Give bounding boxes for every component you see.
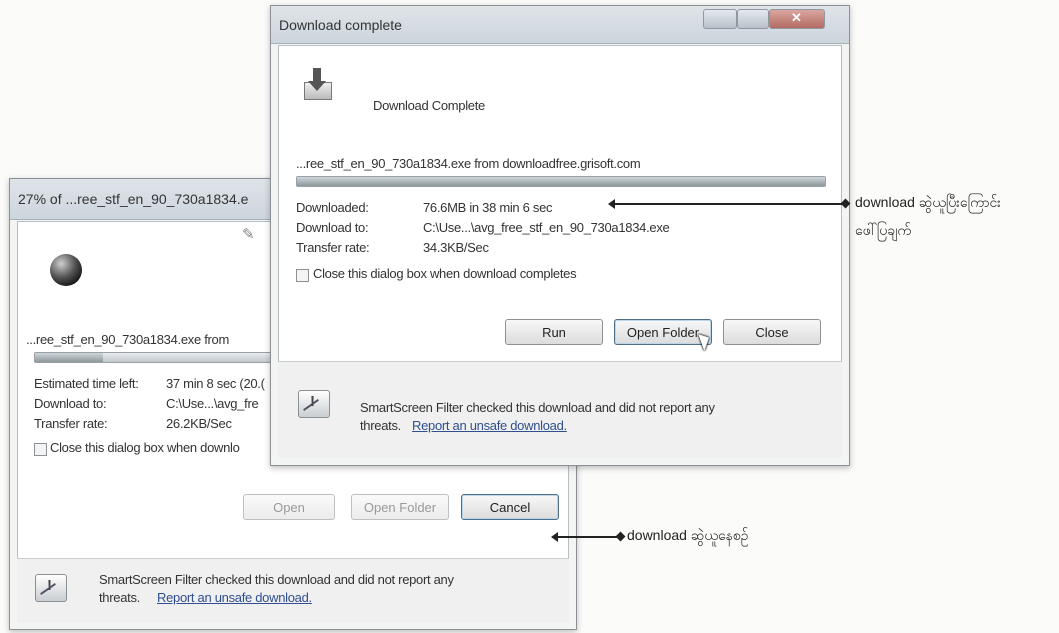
close-button[interactable]: Close (723, 319, 821, 345)
download-to-value: C:\Use...\avg_free_stf_en_90_730a1834.ex… (423, 220, 670, 235)
download-progress-bar (296, 176, 826, 187)
download-sphere-icon (50, 254, 82, 286)
smartscreen-footer: ! SmartScreen Filter checked this downlo… (278, 361, 842, 458)
run-button[interactable]: Run (505, 319, 603, 345)
pin-icon: ✎ (242, 226, 255, 243)
window-title: 27% of ...ree_stf_en_90_730a1834.e (18, 191, 249, 207)
open-folder-button[interactable]: Open Folder (351, 494, 449, 520)
report-unsafe-download-link[interactable]: Report an unsafe download. (412, 418, 567, 433)
transfer-rate-label: Transfer rate: (296, 240, 370, 255)
smartscreen-shield-icon: ! (298, 390, 330, 418)
smartscreen-message: SmartScreen Filter checked this download… (360, 400, 715, 415)
open-folder-button[interactable]: Open Folder (614, 319, 712, 345)
minimize-button[interactable] (703, 9, 737, 29)
smartscreen-message: SmartScreen Filter checked this download… (99, 572, 454, 587)
close-x-icon: ✕ (791, 10, 802, 25)
complete-annotation-arrow (608, 198, 851, 209)
progress-fill (35, 353, 103, 362)
close-when-complete-checkbox[interactable] (296, 269, 309, 282)
complete-annotation-line2: ဖေါ်ပြချက် (855, 222, 912, 238)
complete-annotation-line1: download ဆွဲယူပြီးကြောင်း (855, 194, 1001, 210)
cancel-button[interactable]: Cancel (461, 494, 559, 520)
download-to-label: Download to: (34, 396, 107, 411)
window-close-button[interactable]: ✕ (769, 9, 825, 29)
transfer-rate-value: 26.2KB/Sec (166, 416, 232, 431)
maximize-button[interactable] (737, 9, 769, 29)
download-to-value: C:\Use...\avg_fre (166, 396, 259, 411)
file-name: ...ree_stf_en_90_730a1834.exe from (26, 332, 230, 347)
downloaded-value: 76.6MB in 38 min 6 sec (423, 200, 553, 215)
downloaded-label: Downloaded: (296, 200, 369, 215)
smartscreen-threats-text: threats. (99, 590, 140, 605)
download-progress-bar (34, 352, 286, 363)
download-to-label: Download to: (296, 220, 369, 235)
transfer-rate-value: 34.3KB/Sec (423, 240, 489, 255)
download-complete-icon (301, 68, 335, 102)
estimated-time-label: Estimated time left: (34, 376, 139, 391)
smartscreen-shield-icon: ! (35, 574, 67, 602)
smartscreen-footer: ! SmartScreen Filter checked this downlo… (17, 558, 569, 623)
downloading-annotation-arrow (551, 531, 626, 542)
estimated-time-value: 37 min 8 sec (20.( (166, 376, 265, 391)
close-when-complete-checkbox[interactable] (34, 443, 47, 456)
report-unsafe-download-link[interactable]: Report an unsafe download. (157, 590, 312, 605)
close-when-complete-label: Close this dialog box when downlo (50, 440, 240, 455)
smartscreen-threats-text: threats. (360, 418, 401, 433)
title-bar[interactable]: Download complete ✕ (271, 6, 849, 44)
progress-fill (297, 177, 825, 186)
close-when-complete-label: Close this dialog box when download comp… (313, 266, 577, 281)
open-button[interactable]: Open (243, 494, 335, 520)
file-name: ...ree_stf_en_90_730a1834.exe from downl… (296, 156, 641, 171)
download-complete-dialog: Download complete ✕ Download Complete ..… (270, 5, 850, 466)
download-complete-heading: Download Complete (373, 98, 485, 113)
transfer-rate-label: Transfer rate: (34, 416, 108, 431)
downloading-annotation: download ဆွဲယူနေစဉ် (627, 527, 749, 543)
window-title: Download complete (279, 17, 402, 33)
